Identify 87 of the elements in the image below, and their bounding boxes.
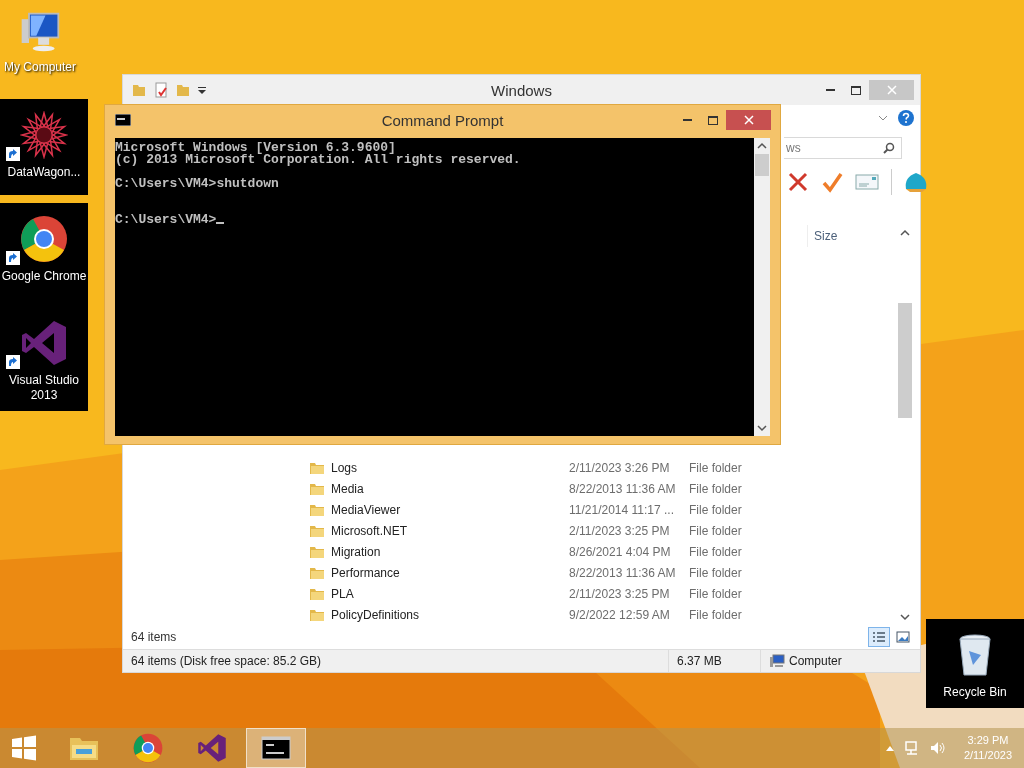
speaker-icon[interactable]	[929, 740, 946, 756]
file-date: 2/11/2023 3:25 PM	[569, 523, 671, 538]
visual-studio-icon	[20, 319, 68, 367]
folder-icon	[309, 502, 325, 517]
close-icon	[743, 115, 754, 125]
shortcut-arrow-icon	[6, 251, 20, 265]
close-icon	[886, 85, 897, 95]
image-icon	[896, 631, 910, 643]
maximize-icon	[851, 85, 861, 95]
checkmark-icon[interactable]	[821, 171, 843, 193]
visual-studio-icon	[197, 733, 227, 763]
file-name[interactable]: PLA	[331, 586, 569, 601]
search-field[interactable]: ws	[784, 137, 902, 159]
file-date: 2/11/2023 3:26 PM	[569, 460, 671, 475]
status-location: Computer	[789, 654, 842, 668]
shortcut-arrow-icon	[6, 147, 20, 161]
file-name[interactable]: Performance	[331, 565, 569, 580]
chrome-icon	[20, 215, 68, 263]
scrollbar[interactable]	[754, 138, 770, 436]
file-type: File folder	[689, 565, 743, 580]
console-command: C:\Users\VM4>shutdown	[115, 178, 280, 190]
shortcut-arrow-icon	[6, 355, 20, 369]
shell-icon[interactable]	[904, 171, 928, 193]
help-icon[interactable]	[898, 110, 914, 126]
file-type: File folder	[689, 607, 743, 622]
file-date: 9/2/2022 12:59 AM	[569, 607, 671, 622]
folder-icon	[309, 460, 325, 475]
command-prompt-icon	[115, 114, 131, 126]
caret-up-icon[interactable]	[885, 745, 894, 751]
status-size: 6.37 MB	[668, 650, 760, 672]
file-name[interactable]: Migration	[331, 544, 569, 559]
scroll-thumb[interactable]	[898, 303, 912, 418]
icon-label[interactable]: Visual Studio 2013	[0, 373, 88, 403]
window-title: Command Prompt	[380, 111, 505, 129]
envelope-icon[interactable]	[855, 173, 879, 191]
file-name[interactable]: Logs	[331, 460, 569, 475]
computer-icon	[769, 654, 785, 668]
star-pattern-icon	[20, 111, 68, 159]
file-date: 8/26/2021 4:04 PM	[569, 544, 672, 559]
window-title: Windows	[490, 81, 553, 99]
details-view-button[interactable]	[868, 627, 890, 647]
file-name[interactable]: MediaViewer	[331, 502, 569, 517]
file-date: 2/11/2023 3:25 PM	[569, 586, 671, 601]
network-icon[interactable]	[903, 740, 920, 756]
file-type: File folder	[689, 586, 743, 601]
item-count: 64 items	[131, 630, 178, 644]
taskbar-app-button[interactable]	[246, 728, 306, 768]
maximize-icon	[708, 115, 718, 125]
file-name[interactable]: PolicyDefinitions	[331, 607, 569, 622]
console-line: Microsoft Windows [Version 6.3.9600]	[115, 142, 397, 154]
folder-icon	[309, 544, 325, 559]
file-type: File folder	[689, 460, 743, 475]
minimize-icon	[825, 89, 835, 91]
chrome-icon	[133, 733, 163, 763]
delete-icon[interactable]	[787, 171, 809, 193]
folder-icon	[309, 481, 325, 496]
properties-icon[interactable]	[153, 82, 169, 98]
file-date: 11/21/2014 11:17 ...	[569, 502, 675, 517]
status-text: 64 items (Disk free space: 85.2 GB)	[130, 653, 323, 670]
console-line: (c) 2013 Microsoft Corporation. All rights reserved.	[115, 154, 522, 166]
command-prompt-icon	[261, 736, 291, 760]
file-date: 8/22/2013 11:36 AM	[569, 565, 677, 580]
text-cursor	[216, 222, 225, 224]
file-name[interactable]: Media	[331, 481, 569, 496]
file-type: File folder	[689, 502, 743, 517]
folder-icon	[131, 82, 147, 98]
folder-icon	[309, 586, 325, 601]
column-header[interactable]: Size	[807, 225, 890, 247]
file-date: 8/22/2013 11:36 AM	[569, 481, 677, 496]
chevron-down-icon[interactable]	[878, 115, 888, 121]
folder-icon	[309, 607, 325, 622]
icon-label[interactable]: DataWagon...	[7, 165, 81, 180]
folder-icon	[309, 523, 325, 538]
minimize-icon	[682, 119, 692, 121]
file-type: File folder	[689, 544, 743, 559]
icon-label[interactable]: Recycle Bin	[943, 685, 1007, 700]
windows-logo-icon	[11, 735, 37, 761]
folder-icon	[309, 565, 325, 580]
file-type: File folder	[689, 481, 743, 496]
file-name[interactable]: Microsoft.NET	[331, 523, 569, 538]
dropdown-icon[interactable]	[197, 85, 207, 95]
file-type: File folder	[689, 523, 743, 538]
search-icon	[883, 142, 895, 154]
console-command: C:\Users\VM4>	[115, 214, 754, 226]
scroll-thumb[interactable]	[755, 154, 769, 176]
details-list-icon	[872, 631, 886, 643]
icon-label[interactable]: Google Chrome	[1, 269, 87, 284]
